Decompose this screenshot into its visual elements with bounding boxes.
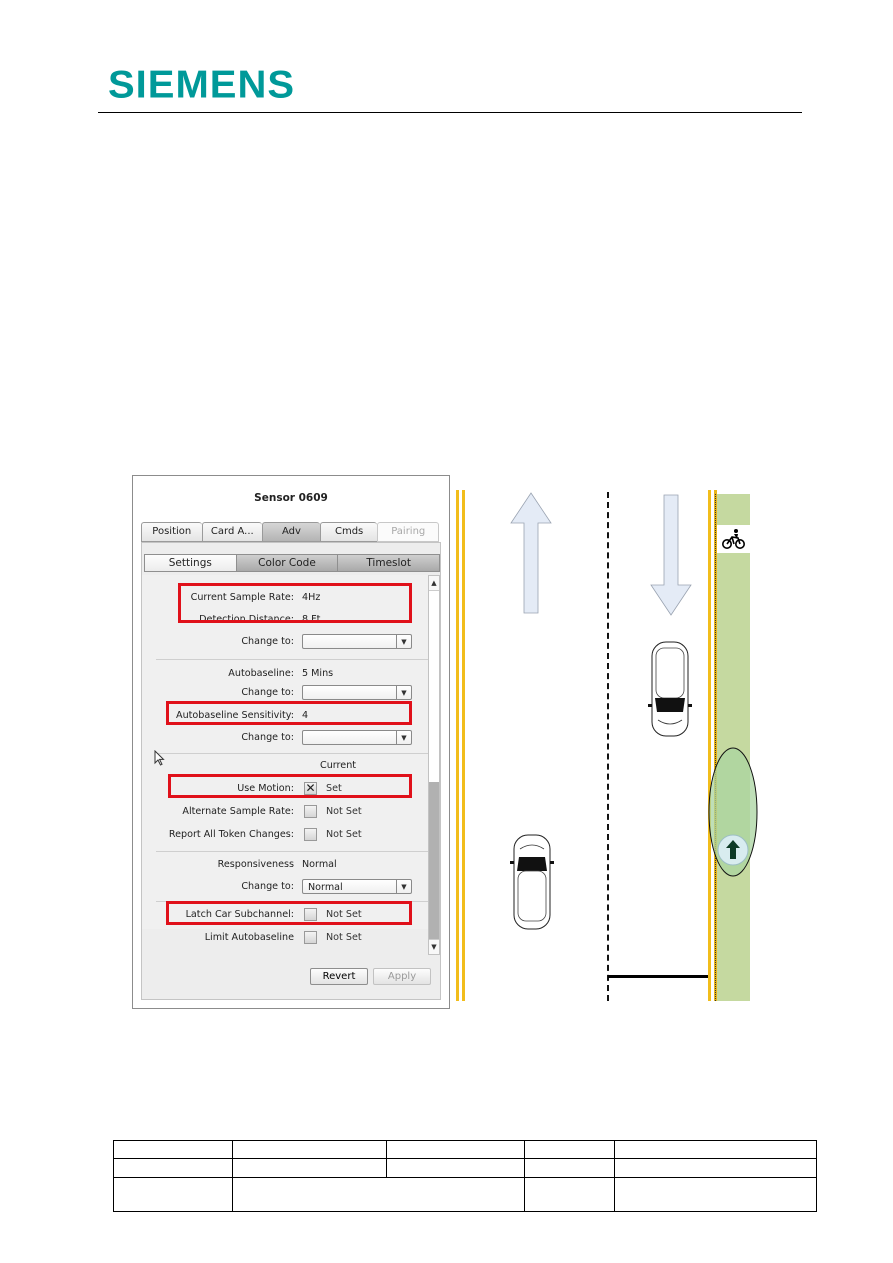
- chevron-down-icon: ▼: [396, 731, 411, 744]
- limit-autobaseline-label: Limit Autobaseline: [204, 932, 294, 943]
- autobaseline-row: Autobaseline: 5 Mins: [142, 666, 428, 682]
- siemens-logo: SIEMENS: [108, 63, 296, 107]
- subtab-color-code[interactable]: Color Code: [235, 554, 338, 572]
- chevron-down-icon: ▼: [396, 686, 411, 699]
- report-all-token-changes-status: Not Set: [326, 829, 362, 840]
- tab-position[interactable]: Position: [141, 522, 202, 542]
- table-row: [113, 1177, 817, 1212]
- table-row: [113, 1158, 817, 1178]
- limit-autobaseline-checkbox[interactable]: [304, 931, 317, 944]
- report-all-token-changes-checkbox[interactable]: [304, 828, 317, 841]
- table-cell: [113, 1140, 233, 1159]
- table-cell: [524, 1177, 615, 1212]
- table-row: [113, 1140, 817, 1159]
- settings-scroll-area: Current Sample Rate: 4Hz Detection Dista…: [142, 575, 440, 955]
- change-to-label: Change to:: [241, 636, 294, 647]
- scrollbar-thumb[interactable]: [429, 782, 439, 940]
- settings-scrollbar[interactable]: ▲ ▼: [428, 575, 440, 955]
- highlight-box-sensitivity: [166, 701, 412, 725]
- apply-button[interactable]: Apply: [373, 968, 431, 985]
- northbound-car-icon: [510, 834, 554, 930]
- autobaseline-sensitivity-select[interactable]: ▼: [302, 730, 412, 745]
- southbound-car-icon: [648, 641, 692, 737]
- section-divider: [156, 753, 428, 754]
- dialog-title: Sensor 0609: [254, 492, 328, 504]
- autobaseline-label: Autobaseline:: [228, 668, 294, 679]
- change-to-label: Change to:: [241, 732, 294, 743]
- change-to-row-1: Change to: ▼: [142, 634, 428, 650]
- limit-autobaseline-status: Not Set: [326, 932, 362, 943]
- tab-cmds[interactable]: Cmds: [319, 522, 378, 542]
- autobaseline-value: 5 Mins: [302, 668, 334, 679]
- change-to-row-4: Change to: Normal ▼: [142, 879, 428, 895]
- table-cell: [524, 1140, 615, 1159]
- table-cell: [232, 1177, 525, 1212]
- current-column-header: Current: [320, 760, 357, 771]
- header-rule: [98, 112, 802, 113]
- tab-card-a[interactable]: Card A...: [201, 522, 263, 542]
- tab-adv[interactable]: Adv: [262, 522, 320, 542]
- responsiveness-value: Normal: [302, 859, 337, 870]
- sub-tabs: Settings Color Code Timeslot: [144, 554, 440, 572]
- tab-pairing[interactable]: Pairing: [377, 522, 439, 542]
- table-cell: [232, 1140, 387, 1159]
- responsiveness-label: Responsiveness: [217, 859, 294, 870]
- table-cell: [386, 1140, 525, 1159]
- highlight-box-latch-car: [166, 901, 412, 925]
- mouse-cursor-icon: [154, 750, 165, 766]
- scroll-down-icon[interactable]: ▼: [429, 939, 439, 954]
- detection-distance-select[interactable]: ▼: [302, 634, 412, 649]
- southbound-arrow-icon: [650, 494, 692, 616]
- adv-panel: Settings Color Code Timeslot Current Sam…: [141, 542, 441, 1000]
- highlight-box-use-motion: [168, 774, 412, 798]
- select-value: Normal: [308, 882, 343, 893]
- subtab-timeslot[interactable]: Timeslot: [337, 554, 440, 572]
- main-tabs: Position Card A... Adv Cmds Pairing: [141, 522, 439, 542]
- chevron-down-icon: ▼: [396, 635, 411, 648]
- table-cell: [614, 1177, 817, 1212]
- table-cell: [524, 1158, 615, 1178]
- alternate-sample-rate-label: Alternate Sample Rate:: [182, 806, 294, 817]
- alternate-sample-rate-checkbox[interactable]: [304, 805, 317, 818]
- chevron-down-icon: ▼: [396, 880, 411, 893]
- table-cell: [113, 1158, 233, 1178]
- table-cell: [232, 1158, 387, 1178]
- responsiveness-select[interactable]: Normal ▼: [302, 879, 412, 894]
- change-to-row-3: Change to: ▼: [142, 730, 428, 746]
- sensor-dialog: Sensor 0609 Position Card A... Adv Cmds …: [132, 475, 450, 1009]
- table-cell: [614, 1158, 817, 1178]
- limit-autobaseline-row: Limit Autobaseline Not Set: [142, 930, 428, 946]
- diagram-overlay: [510, 492, 758, 930]
- highlight-box-sample-rate: [178, 583, 412, 623]
- alternate-sample-rate-row: Alternate Sample Rate: Not Set: [142, 804, 428, 820]
- section-divider: [156, 851, 428, 852]
- responsiveness-row: Responsiveness Normal: [142, 857, 428, 873]
- scroll-up-icon[interactable]: ▲: [429, 576, 439, 591]
- footer-table: [113, 1140, 817, 1212]
- report-all-token-changes-label: Report All Token Changes:: [168, 829, 294, 840]
- report-all-token-changes-row: Report All Token Changes: Not Set: [142, 827, 428, 843]
- table-cell: [386, 1158, 525, 1178]
- revert-button[interactable]: Revert: [310, 968, 368, 985]
- road-diagram: [452, 490, 772, 1005]
- current-header-row: Current: [142, 758, 428, 774]
- change-to-label: Change to:: [241, 687, 294, 698]
- subtab-settings[interactable]: Settings: [144, 554, 236, 572]
- change-to-row-2: Change to: ▼: [142, 685, 428, 701]
- alternate-sample-rate-status: Not Set: [326, 806, 362, 817]
- table-cell: [113, 1177, 233, 1212]
- northbound-arrow-icon: [510, 492, 552, 614]
- table-cell: [614, 1140, 817, 1159]
- section-divider: [156, 659, 428, 660]
- autobaseline-select[interactable]: ▼: [302, 685, 412, 700]
- change-to-label: Change to:: [241, 881, 294, 892]
